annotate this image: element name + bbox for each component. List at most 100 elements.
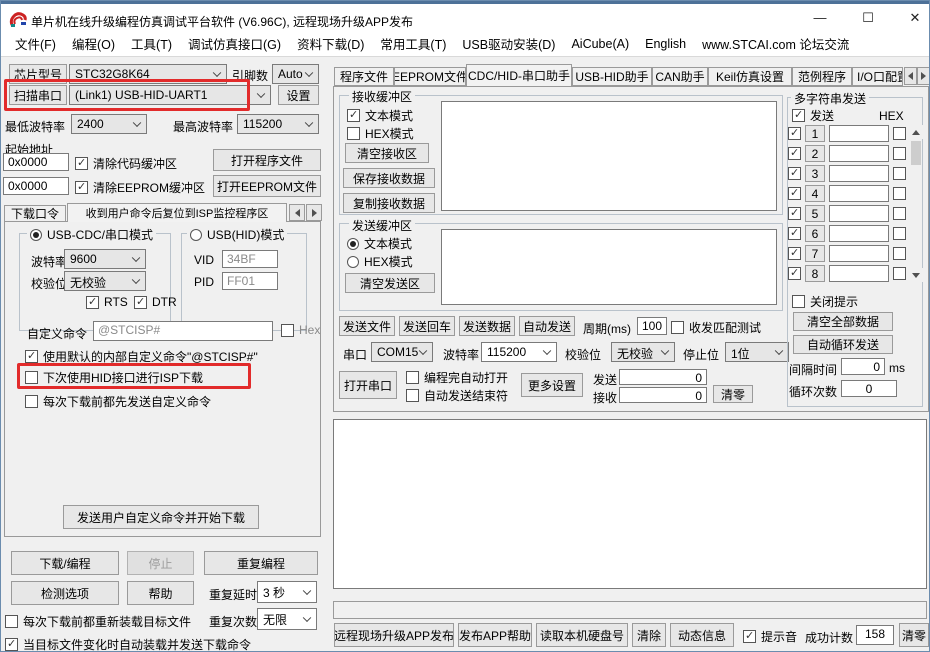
multi-row-input[interactable] [829, 225, 889, 242]
menu-tools[interactable]: 工具(T) [123, 30, 180, 57]
port-settings-button[interactable]: 设置 [278, 85, 319, 105]
publish-app-help-button[interactable]: 发布APP帮助 [458, 623, 532, 647]
more-settings-button[interactable]: 更多设置 [521, 373, 583, 397]
multi-row-hex-checkbox[interactable] [893, 227, 906, 240]
repeat-count-select[interactable]: 无限 [257, 608, 317, 630]
multi-row-hex-checkbox[interactable] [893, 207, 906, 220]
dtr-checkbox[interactable] [134, 296, 147, 309]
menu-common-tools[interactable]: 常用工具(T) [372, 30, 454, 57]
serial-baud-select[interactable]: 115200 [481, 342, 557, 362]
dtr-checkbox-row[interactable]: DTR [134, 295, 177, 309]
clear-eeprom-checkbox-row[interactable]: 清除EEPROM缓冲区 [75, 179, 205, 196]
clear-code-checkbox[interactable] [75, 157, 88, 170]
auto-loop-send-button[interactable]: 自动循环发送 [793, 335, 893, 354]
clear-code-checkbox-row[interactable]: 清除代码缓冲区 [75, 155, 177, 172]
reload-checkbox-row[interactable]: 每次下载前都重新装载目标文件 [5, 613, 191, 630]
check-options-button[interactable]: 检测选项 [11, 581, 119, 605]
tab-isp-reset[interactable]: 收到用户命令后复位到ISP监控程序区 [67, 203, 287, 222]
send-custom-cmd-button[interactable]: 发送用户自定义命令并开始下载 [63, 505, 259, 529]
multi-row-number-button[interactable]: 7 [805, 245, 825, 262]
pid-field[interactable]: FF01 [222, 272, 278, 290]
default-cmd-checkbox[interactable] [25, 350, 38, 363]
send-text-mode-radio[interactable] [347, 238, 359, 250]
chip-model-button[interactable]: 芯片型号 [9, 64, 67, 84]
recv-hex-mode-checkbox[interactable] [347, 127, 360, 140]
stop-button[interactable]: 停止 [127, 551, 194, 575]
auto-send-button[interactable]: 自动发送 [519, 316, 575, 336]
cdc-mode-radio[interactable] [30, 229, 42, 241]
pin-count-select[interactable]: Auto [272, 64, 319, 84]
multi-row-enable-checkbox[interactable] [788, 227, 801, 240]
tab-scroll-left-button[interactable] [289, 204, 305, 221]
multi-row-number-button[interactable]: 5 [805, 205, 825, 222]
multi-row-number-button[interactable]: 6 [805, 225, 825, 242]
multi-row-enable-checkbox[interactable] [788, 207, 801, 220]
multi-row-enable-checkbox[interactable] [788, 267, 801, 280]
custom-cmd-field[interactable]: @STCISP# [93, 321, 273, 341]
loop-count-field[interactable]: 0 [841, 380, 897, 397]
clear-send-button[interactable]: 清空发送区 [345, 273, 435, 293]
hid-mode-radio-row[interactable]: USB(HID)模式 [187, 226, 287, 243]
multi-row-number-button[interactable]: 3 [805, 165, 825, 182]
multi-row-hex-checkbox[interactable] [893, 127, 906, 140]
eeprom-address-field[interactable]: 0x0000 [3, 177, 69, 195]
open-serial-button[interactable]: 打开串口 [339, 371, 397, 399]
multi-row-number-button[interactable]: 4 [805, 185, 825, 202]
multi-row-hex-checkbox[interactable] [893, 267, 906, 280]
recv-text-mode-row[interactable]: 文本模式 [347, 107, 413, 124]
multi-scroll-up-button[interactable] [909, 125, 923, 139]
code-address-field[interactable]: 0x0000 [3, 153, 69, 171]
custom-cmd-hex-checkbox[interactable] [281, 324, 294, 337]
multi-row-input[interactable] [829, 125, 889, 142]
open-program-button[interactable]: 打开程序文件 [213, 149, 321, 171]
clear-button[interactable]: 清除 [632, 623, 666, 647]
send-hex-mode-row[interactable]: HEX模式 [347, 253, 413, 270]
close-tip-checkbox[interactable] [792, 295, 805, 308]
multi-send-enable-checkbox[interactable] [792, 109, 805, 122]
multi-scroll-down-button[interactable] [909, 268, 923, 282]
dynamic-info-button[interactable]: 动态信息 [670, 623, 734, 647]
interval-field[interactable]: 0 [841, 358, 885, 375]
multi-row-enable-checkbox[interactable] [788, 187, 801, 200]
receive-buffer-textarea[interactable] [441, 101, 777, 211]
close-button[interactable]: ✕ [904, 9, 926, 27]
send-buffer-textarea[interactable] [441, 229, 777, 305]
multi-row-input[interactable] [829, 245, 889, 262]
auto-terminator-row[interactable]: 自动发送结束符 [406, 387, 508, 404]
multi-row-hex-checkbox[interactable] [893, 147, 906, 160]
beep-checkbox[interactable] [743, 630, 756, 643]
autoload-checkbox-row[interactable]: 当目标文件变化时自动装载并发送下载命令 [5, 636, 251, 652]
cdc-baud-select[interactable]: 9600 [64, 249, 146, 269]
read-disk-id-button[interactable]: 读取本机硬盘号 [536, 623, 628, 647]
rx-count-field[interactable]: 0 [619, 387, 707, 403]
menu-english[interactable]: English [637, 33, 694, 55]
menu-usb-driver[interactable]: USB驱动安装(D) [454, 30, 563, 57]
multi-row-number-button[interactable]: 1 [805, 125, 825, 142]
copy-receive-button[interactable]: 复制接收数据 [343, 193, 435, 213]
multi-row-number-button[interactable]: 2 [805, 145, 825, 162]
download-button[interactable]: 下载/编程 [11, 551, 119, 575]
tab-eeprom-file[interactable]: EEPROM文件 [394, 67, 466, 86]
clear-eeprom-checkbox[interactable] [75, 181, 88, 194]
tab-io-config[interactable]: I/O口配置 [852, 67, 903, 86]
menu-aicube[interactable]: AiCube(A) [563, 33, 637, 55]
multi-row-input[interactable] [829, 205, 889, 222]
custom-cmd-hex-row[interactable]: Hex [281, 323, 320, 337]
default-cmd-checkbox-row[interactable]: 使用默认的内部自定义命令"@STCISP#" [25, 348, 258, 365]
tab-scroll-left-button[interactable] [904, 67, 917, 85]
auto-open-checkbox[interactable] [406, 371, 419, 384]
multi-send-enable-row[interactable]: 发送 [792, 107, 834, 124]
menu-debug-interface[interactable]: 调试仿真接口(G) [180, 30, 289, 57]
send-data-button[interactable]: 发送数据 [459, 316, 515, 336]
autoload-checkbox[interactable] [5, 638, 18, 651]
cdc-parity-select[interactable]: 无校验 [64, 271, 146, 291]
multi-row-hex-checkbox[interactable] [893, 187, 906, 200]
multi-row-number-button[interactable]: 8 [805, 265, 825, 282]
clear-receive-button[interactable]: 清空接收区 [345, 143, 429, 163]
tab-keil-debug[interactable]: Keil仿真设置 [708, 67, 792, 86]
minimize-button[interactable]: — [809, 9, 831, 27]
tab-scroll-right-button[interactable] [306, 204, 322, 221]
auto-open-row[interactable]: 编程完自动打开 [406, 369, 508, 386]
recv-text-mode-checkbox[interactable] [347, 109, 360, 122]
hid-mode-radio[interactable] [190, 229, 202, 241]
